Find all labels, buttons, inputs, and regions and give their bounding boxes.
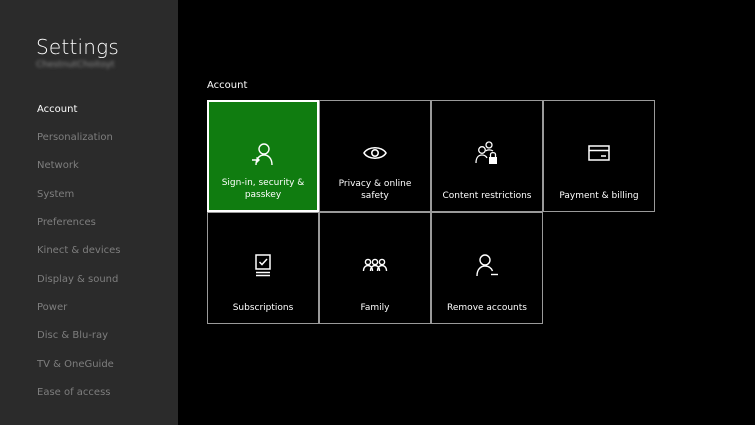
sidebar-item-preferences[interactable]: Preferences — [37, 217, 96, 228]
person-remove-icon — [432, 253, 542, 277]
sidebar-item-power[interactable]: Power — [37, 302, 67, 313]
tile-label: Family — [360, 303, 390, 313]
sidebar-item-kinect-devices[interactable]: Kinect & devices — [37, 245, 120, 256]
sidebar-item-display-sound[interactable]: Display & sound — [37, 274, 118, 285]
tile-subscriptions[interactable]: Subscriptions — [207, 212, 319, 324]
sidebar-item-ease-of-access[interactable]: Ease of access — [37, 387, 111, 398]
sidebar-item-account[interactable]: Account — [37, 104, 77, 115]
eye-icon — [320, 141, 430, 165]
page-title: Settings — [36, 35, 119, 59]
family-icon — [320, 253, 430, 277]
tile-signin-security-passkey[interactable]: Sign-in, security & passkey — [207, 100, 319, 212]
people-lock-icon — [432, 141, 542, 165]
tile-remove-accounts[interactable]: Remove accounts — [431, 212, 543, 324]
tile-label: Sign-in, security & passkey — [221, 178, 305, 200]
tile-content-restrictions[interactable]: Content restrictions — [431, 100, 543, 212]
gamertag: ChestnutChoitoyt — [36, 60, 115, 70]
tile-label: Content restrictions — [442, 191, 532, 201]
tile-label: Subscriptions — [232, 303, 294, 313]
sidebar-item-system[interactable]: System — [37, 189, 74, 200]
sidebar-item-disc-bluray[interactable]: Disc & Blu-ray — [37, 330, 108, 341]
section-title: Account — [207, 80, 248, 91]
person-signin-icon — [209, 142, 317, 166]
settings-sidebar: Settings ChestnutChoitoyt Account Person… — [0, 0, 178, 425]
sidebar-item-personalization[interactable]: Personalization — [37, 132, 113, 143]
credit-card-icon — [544, 141, 654, 165]
checklist-icon — [208, 253, 318, 277]
sidebar-item-network[interactable]: Network — [37, 160, 79, 171]
tile-family[interactable]: Family — [319, 212, 431, 324]
sidebar-item-tv-oneguide[interactable]: TV & OneGuide — [37, 359, 114, 370]
tile-label: Remove accounts — [447, 303, 527, 313]
tile-label: Payment & billing — [559, 191, 639, 201]
tile-privacy-online-safety[interactable]: Privacy & online safety — [319, 100, 431, 212]
tile-label: Privacy & online safety — [338, 179, 412, 201]
tile-payment-billing[interactable]: Payment & billing — [543, 100, 655, 212]
